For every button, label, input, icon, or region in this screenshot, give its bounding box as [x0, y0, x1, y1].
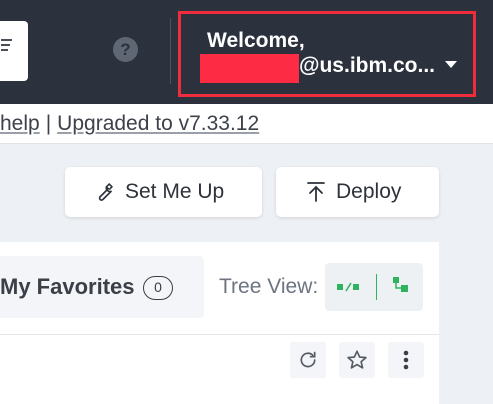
star-icon — [347, 350, 367, 369]
info-bar: help | Upgraded to v7.33.12 — [0, 104, 493, 144]
upload-arrow-icon — [307, 182, 325, 202]
favorites-count-badge: 0 — [143, 276, 173, 300]
top-header: ? Welcome, @us.ibm.co... — [0, 0, 493, 104]
menu-icon — [1, 39, 12, 61]
dropdown-caret-icon[interactable] — [445, 61, 457, 68]
more-vertical-icon — [403, 350, 409, 370]
help-link[interactable]: help — [0, 112, 40, 135]
user-email: @us.ibm.co... — [299, 54, 435, 77]
favorites-label: My Favorites — [0, 274, 135, 299]
redacted-username — [200, 54, 299, 83]
menu-button[interactable] — [0, 21, 28, 81]
user-menu[interactable]: Welcome, @us.ibm.co... — [178, 11, 476, 97]
version-link[interactable]: Upgraded to v7.33.12 — [57, 112, 259, 135]
set-me-up-button[interactable]: Set Me Up — [65, 167, 262, 217]
set-me-up-label: Set Me Up — [125, 180, 225, 203]
tree-view-label: Tree View: — [219, 275, 319, 298]
tree-view-toggle[interactable] — [325, 263, 423, 311]
link-separator: | — [45, 112, 52, 135]
deploy-label: Deploy — [336, 180, 402, 203]
help-icon[interactable]: ? — [113, 37, 138, 62]
header-divider — [170, 18, 171, 84]
welcome-label: Welcome, — [207, 29, 305, 52]
refresh-icon — [300, 351, 316, 368]
more-options-button[interactable] — [388, 342, 424, 378]
flat-tree-icon[interactable] — [337, 281, 363, 293]
repository-panel: My Favorites 0 Tree View: — [0, 242, 439, 404]
wrench-icon — [98, 183, 113, 201]
tree-toggle-divider — [376, 274, 377, 300]
panel-divider — [0, 334, 439, 335]
favorite-button[interactable] — [339, 342, 375, 378]
tab-my-favorites[interactable]: My Favorites 0 — [0, 256, 204, 318]
refresh-button[interactable] — [290, 342, 326, 378]
nested-tree-icon[interactable] — [393, 277, 409, 295]
deploy-button[interactable]: Deploy — [276, 167, 439, 217]
